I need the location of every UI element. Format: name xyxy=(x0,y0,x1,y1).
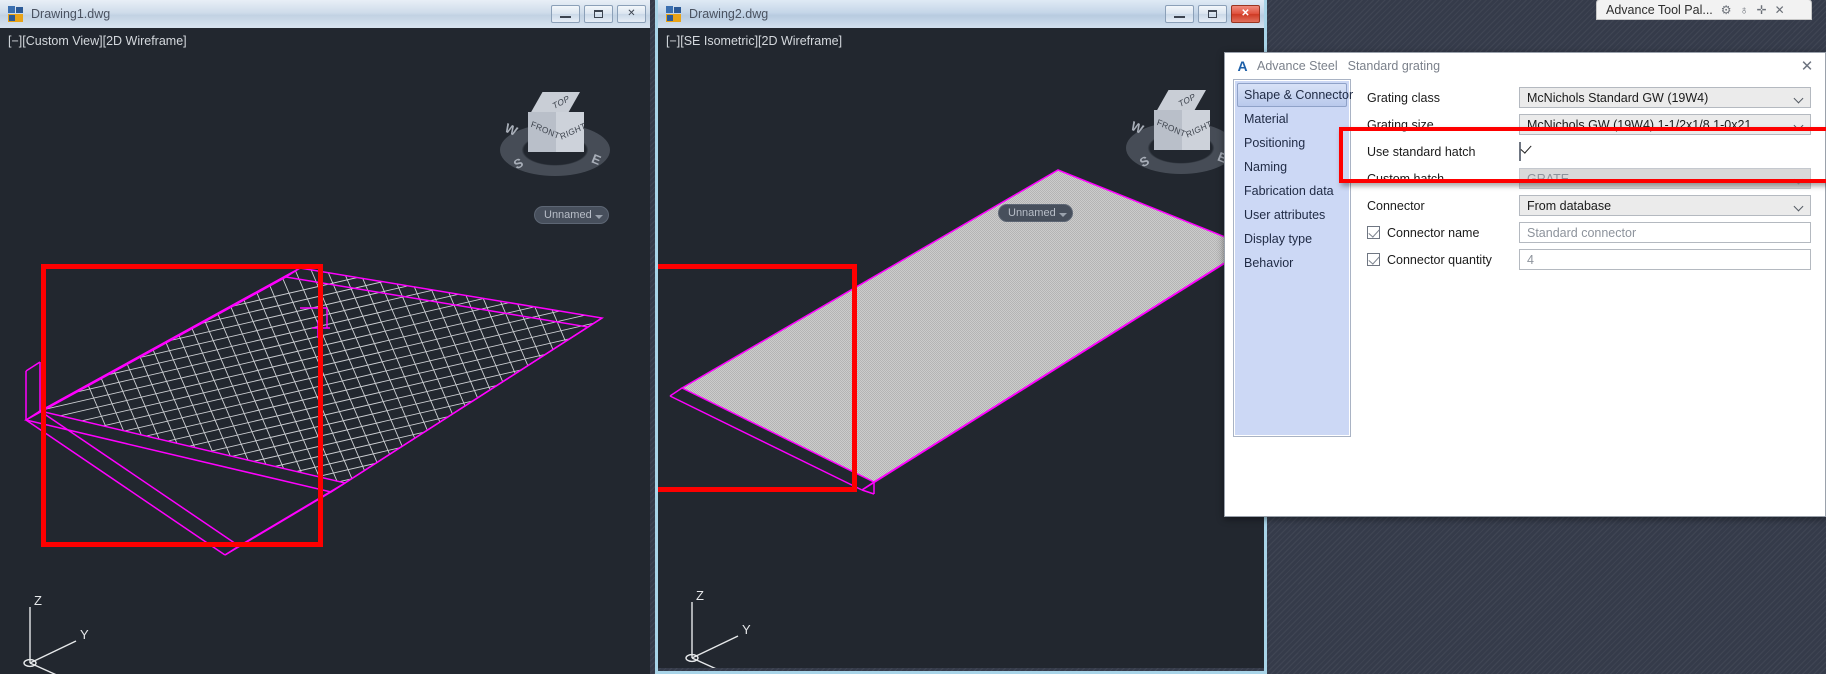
drawing-window-1[interactable]: Drawing1.dwg ✕ [−][Custom View][2D Wiref… xyxy=(0,0,650,674)
dialog-fields-panel: Grating class McNichols Standard GW (19W… xyxy=(1339,79,1826,437)
chevron-down-icon[interactable] xyxy=(1795,203,1803,211)
sidebar-item-naming[interactable]: Naming xyxy=(1237,155,1347,179)
connector-name-label: Connector name xyxy=(1387,225,1480,240)
connector-quantity-label-group: Connector quantity xyxy=(1367,253,1519,267)
dialog-header[interactable]: A Advance Steel Standard grating ✕ xyxy=(1225,53,1825,79)
connector-name-value: Standard connector xyxy=(1527,225,1637,240)
maximize-button[interactable] xyxy=(1198,5,1227,23)
gear-icon[interactable]: ⚙ xyxy=(1721,4,1732,16)
connector-quantity-input[interactable]: 4 xyxy=(1519,249,1811,270)
ucs-z-label: Z xyxy=(696,588,704,603)
pin-icon[interactable]: ♁ xyxy=(1740,4,1749,16)
grating-size-combobox[interactable]: McNichols GW (19W4) 1-1/2x1/8 1-0x21 xyxy=(1519,114,1811,135)
sidebar-item-positioning[interactable]: Positioning xyxy=(1237,131,1347,155)
sidebar-item-material[interactable]: Material xyxy=(1237,107,1347,131)
connector-name-input[interactable]: Standard connector xyxy=(1519,222,1811,243)
autocad-icon xyxy=(8,6,24,22)
field-row-connector-quantity: Connector quantity 4 xyxy=(1367,249,1811,270)
connector-value: From database xyxy=(1527,198,1612,213)
sidebar-item-display-type[interactable]: Display type xyxy=(1237,227,1347,251)
use-standard-hatch-label: Use standard hatch xyxy=(1367,144,1476,159)
close-icon[interactable]: ✕ xyxy=(1775,4,1785,16)
field-row-grating-size: Grating size McNichols GW (19W4) 1-1/2x1… xyxy=(1367,114,1811,135)
drawing1-title: Drawing1.dwg xyxy=(31,7,111,21)
sidebar-item-shape-connector[interactable]: Shape & Connector xyxy=(1237,83,1353,107)
grating-size-value: McNichols GW (19W4) 1-1/2x1/8 1-0x21 xyxy=(1527,117,1752,132)
drawing2-titlebar[interactable]: Drawing2.dwg ✕ xyxy=(658,0,1264,28)
drawing-window-2[interactable]: Drawing2.dwg ✕ [−][SE Isometric][2D Wire… xyxy=(655,0,1267,674)
field-row-custom-hatch: Custom hatch GRATE xyxy=(1367,168,1811,189)
drawing1-ucs-selector[interactable]: Unnamed xyxy=(534,206,609,224)
grating-class-label: Grating class xyxy=(1367,90,1440,105)
connector-quantity-value: 4 xyxy=(1527,252,1534,267)
connector-combobox[interactable]: From database xyxy=(1519,195,1811,216)
drawing1-viewcube[interactable]: N S E W TOP FRONT RIGHT xyxy=(500,86,612,182)
dialog-title: Advance Steel Standard grating xyxy=(1257,59,1440,73)
connector-name-checkbox[interactable] xyxy=(1367,226,1380,239)
drawing2-window-buttons: ✕ xyxy=(1165,5,1260,23)
connector-label: Connector xyxy=(1367,198,1425,213)
drawing1-ucs-axes: Z Y X xyxy=(18,593,114,674)
use-standard-hatch-checkbox[interactable] xyxy=(1519,141,1521,161)
autocad-icon xyxy=(666,6,682,22)
chevron-down-icon[interactable] xyxy=(1795,176,1803,184)
field-row-use-standard-hatch: Use standard hatch xyxy=(1367,141,1811,162)
advance-steel-logo-icon: A xyxy=(1237,57,1248,74)
drawing2-ucs-selector[interactable]: Unnamed xyxy=(998,204,1073,222)
minimize-button[interactable] xyxy=(551,5,580,23)
ucs-y-label: Y xyxy=(742,622,751,637)
grating-class-value: McNichols Standard GW (19W4) xyxy=(1527,90,1709,105)
dialog-app-name: Advance Steel xyxy=(1257,59,1338,73)
tool-palette-title: Advance Tool Pal... xyxy=(1606,2,1713,17)
close-button[interactable]: ✕ xyxy=(617,5,646,23)
custom-hatch-value: GRATE xyxy=(1527,171,1570,186)
move-icon[interactable]: ✛ xyxy=(1757,4,1767,16)
drawing1-window-buttons: ✕ xyxy=(551,5,646,23)
custom-hatch-combobox[interactable]: GRATE xyxy=(1519,168,1811,189)
standard-grating-dialog[interactable]: A Advance Steel Standard grating ✕ Shape … xyxy=(1224,52,1826,517)
sidebar-item-behavior[interactable]: Behavior xyxy=(1237,251,1347,275)
field-row-connector-name: Connector name Standard connector xyxy=(1367,222,1811,243)
connector-name-label-group: Connector name xyxy=(1367,226,1519,240)
grating-class-combobox[interactable]: McNichols Standard GW (19W4) xyxy=(1519,87,1811,108)
drawing2-title: Drawing2.dwg xyxy=(689,7,769,21)
chevron-down-icon[interactable] xyxy=(1795,122,1803,130)
drawing2-viewcube[interactable]: N S E W TOP FRONT RIGHT xyxy=(1126,84,1238,180)
ucs-z-label: Z xyxy=(34,593,42,608)
maximize-button[interactable] xyxy=(584,5,613,23)
viewcube-box[interactable]: TOP FRONT RIGHT xyxy=(1150,90,1214,152)
minimize-button[interactable] xyxy=(1165,5,1194,23)
connector-quantity-label: Connector quantity xyxy=(1387,252,1492,267)
chevron-down-icon[interactable] xyxy=(1795,95,1803,103)
close-icon[interactable]: ✕ xyxy=(1795,55,1819,77)
dialog-sidebar[interactable]: Shape & Connector Material Positioning N… xyxy=(1233,79,1353,437)
drawing1-titlebar[interactable]: Drawing1.dwg ✕ xyxy=(0,0,650,28)
ucs-y-label: Y xyxy=(80,627,89,642)
sidebar-item-fabrication-data[interactable]: Fabrication data xyxy=(1237,179,1347,203)
use-standard-hatch-wrapper xyxy=(1519,141,1532,161)
custom-hatch-label: Custom hatch xyxy=(1367,171,1445,186)
drawing1-highlight-box xyxy=(41,264,323,547)
grating-size-label: Grating size xyxy=(1367,117,1434,132)
close-button[interactable]: ✕ xyxy=(1231,5,1260,23)
drawing2-highlight-box xyxy=(658,264,857,492)
drawing2-canvas[interactable]: [−][SE Isometric][2D Wireframe] S E W TO… xyxy=(658,28,1264,668)
field-row-connector: Connector From database xyxy=(1367,195,1811,216)
dialog-body: Shape & Connector Material Positioning N… xyxy=(1225,79,1826,437)
drawing1-canvas[interactable]: [−][Custom View][2D Wireframe] S E W TOP… xyxy=(0,28,650,674)
advance-tool-palette-titlebar[interactable]: Advance Tool Pal... ⚙ ♁ ✛ ✕ xyxy=(1596,0,1812,20)
field-row-grating-class: Grating class McNichols Standard GW (19W… xyxy=(1367,87,1811,108)
drawing2-ucs-axes: Z Y X xyxy=(680,588,776,668)
connector-quantity-checkbox[interactable] xyxy=(1367,253,1380,266)
sidebar-item-user-attributes[interactable]: User attributes xyxy=(1237,203,1347,227)
viewcube-box[interactable]: TOP FRONT RIGHT xyxy=(524,92,588,154)
dialog-subtitle: Standard grating xyxy=(1347,59,1441,73)
